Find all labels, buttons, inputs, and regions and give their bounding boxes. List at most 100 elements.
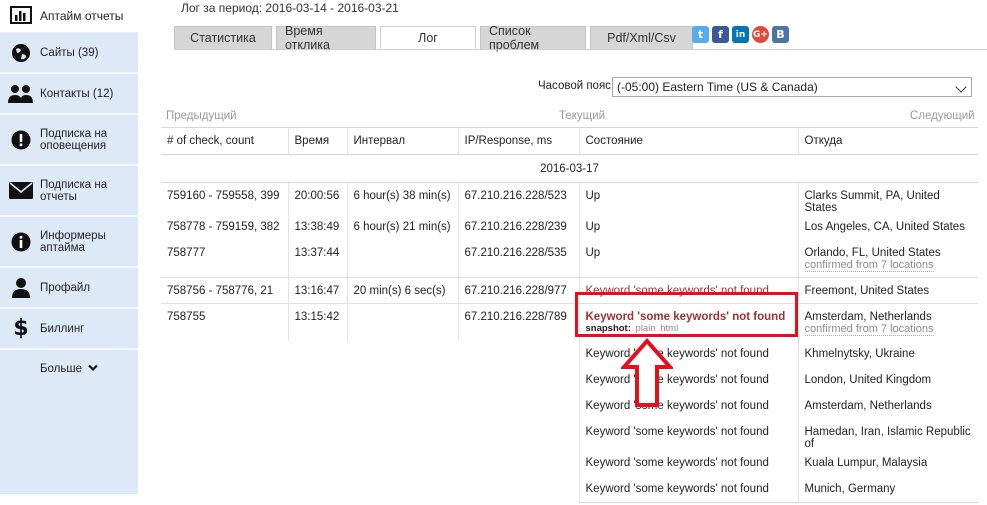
cell-ip: 67.210.216.228/535 (457, 240, 579, 277)
period-label: Лог за период: (181, 1, 263, 15)
cell-from: Amsterdam, Netherlands (797, 393, 978, 419)
cell-state: Up (578, 240, 798, 277)
cell-from: Hamedan, Iran, Islamic Republic of (797, 419, 978, 450)
from-location: Amsterdam, Netherlands (804, 310, 932, 323)
cell-from: Khmelnytsky, Ukraine (797, 341, 978, 367)
cell-from: Orlando, FL, United States confirmed fro… (797, 240, 978, 277)
tab-statistics[interactable]: Статистика (174, 26, 272, 49)
period-text: Лог за период: 2016-03-14 - 2016-03-21 (181, 1, 399, 15)
cell-interval: 6 hour(s) 38 min(s) (346, 182, 458, 214)
cell-empty (161, 393, 579, 419)
cell-interval: 6 hour(s) 21 min(s) (346, 214, 458, 240)
user-icon (8, 277, 34, 299)
table-row[interactable]: 758755 13:15:42 67.210.216.228/789 Keywo… (161, 302, 978, 341)
confirmed-locations-link[interactable]: confirmed from 7 locations (804, 323, 934, 336)
cell-empty (161, 341, 579, 367)
sidebar-more-label: Больше (39, 363, 82, 375)
table-subrow: Keyword 'some keywords' not found Amster… (161, 393, 978, 419)
chevron-down-icon (88, 363, 98, 375)
pager-next[interactable]: Следующий (910, 110, 975, 122)
cell-time: 13:15:42 (287, 302, 347, 341)
timezone-select[interactable]: (-05:00) Eastern Time (US & Canada) (612, 77, 972, 97)
tab-export[interactable]: Pdf/Xml/Csv (590, 26, 693, 49)
sidebar-item-billing[interactable]: $ Биллинг (0, 309, 138, 350)
log-table: # of check, count Время Интервал IP/Resp… (161, 127, 978, 503)
arrow-up-icon (621, 338, 673, 407)
cell-from: Kuala Lumpur, Malaysia (797, 450, 978, 476)
cell-state: Keyword 'some keywords' not found (578, 419, 798, 450)
cell-empty (161, 450, 579, 476)
period-value: 2016-03-14 - 2016-03-21 (265, 1, 399, 15)
cell-state: Up (578, 182, 798, 214)
pager-prev[interactable]: Предыдущий (166, 110, 237, 122)
table-row[interactable]: 758778 - 759159, 382 13:38:49 6 hour(s) … (161, 214, 978, 240)
from-location: Orlando, FL, United States (804, 247, 941, 259)
cell-from: Munich, Germany (797, 476, 978, 503)
sidebar-item-profile[interactable]: Профайл (0, 268, 138, 309)
tab-problems[interactable]: Список проблем (480, 24, 586, 52)
cell-time: 20:00:56 (287, 182, 347, 214)
cell-ip: 67.210.216.228/239 (457, 214, 579, 240)
sidebar-item-contacts[interactable]: Контакты (12) (0, 74, 138, 115)
cell-state: Keyword 'some keywords' not found (578, 341, 798, 367)
cell-from: London, United Kingdom (797, 367, 978, 393)
facebook-icon[interactable]: f (712, 26, 729, 43)
table-subrow: Keyword 'some keywords' not found Hameda… (161, 419, 978, 450)
sidebar-item-alert-subscription[interactable]: Подписка на оповещения (0, 115, 138, 166)
sidebar-item-report-subscription[interactable]: Подписка на отчеты (0, 166, 138, 217)
sidebar-item-label: Сайты (39) (40, 46, 99, 59)
column-header-from: Откуда (797, 127, 978, 155)
cell-check: 758755 (161, 302, 288, 341)
column-header-ip: IP/Response, ms (457, 127, 579, 155)
sidebar-more-button[interactable]: Больше (0, 350, 138, 388)
table-row[interactable]: 758756 - 758776, 21 13:16:47 20 min(s) 6… (161, 276, 978, 303)
column-header-state: Состояние (578, 127, 798, 155)
sidebar-item-label: Подписка на отчеты (40, 178, 108, 203)
tab-underline (174, 49, 987, 50)
linkedin-icon[interactable]: in (732, 26, 749, 43)
chevron-down-icon (955, 81, 967, 93)
highlight-box (575, 292, 798, 337)
sidebar-item-label: Профайл (40, 281, 91, 294)
cell-state: Up (578, 214, 798, 240)
cell-check: 758777 (167, 247, 206, 259)
cell-time: 13:37:44 (287, 240, 347, 277)
cell-from: Freemont, United States (797, 276, 978, 303)
sidebar-item-label: Информеры аптайма (40, 229, 106, 254)
sidebar-item-sites[interactable]: Сайты (39) (0, 33, 138, 74)
timezone-value: (-05:00) Eastern Time (US & Canada) (617, 80, 818, 94)
twitter-icon[interactable]: t (692, 26, 709, 43)
sidebar: Аптайм отчеты Сайты (39) Контакты (12) П… (0, 0, 138, 494)
column-header-interval: Интервал (346, 127, 458, 155)
cell-check: 759160 - 759558, 399 (161, 182, 288, 214)
tab-log[interactable]: Лог (380, 26, 476, 49)
globe-icon (8, 43, 34, 63)
cell-ip: 67.210.216.228/523 (457, 182, 579, 214)
sidebar-item-informers[interactable]: Информеры аптайма (0, 217, 138, 268)
cell-state: Keyword 'some keywords' not found (578, 393, 798, 419)
table-header-row: # of check, count Время Интервал IP/Resp… (161, 127, 978, 155)
cell-check: 758756 - 758776, 21 (161, 276, 288, 303)
googleplus-icon[interactable]: G+ (752, 26, 769, 43)
cell-from: Clarks Summit, PA, United States (797, 182, 978, 214)
vk-icon[interactable]: B (772, 26, 789, 43)
bar-chart-icon (10, 5, 32, 27)
cell-from: Amsterdam, Netherlands confirmed from 7 … (797, 302, 978, 341)
sidebar-item-uptime-reports[interactable]: Аптайм отчеты (0, 0, 138, 33)
cell-time: 13:16:47 (287, 276, 347, 303)
table-row[interactable]: 758777 13:37:44 67.210.216.228/535 Up Or… (161, 240, 978, 277)
table-row[interactable]: 759160 - 759558, 399 20:00:56 6 hour(s) … (161, 182, 978, 214)
cell-ip: 67.210.216.228/789 (457, 302, 579, 341)
cell-empty (161, 367, 579, 393)
timezone-label: Часовой пояс: (538, 80, 615, 92)
tab-response-time[interactable]: Время отклика (276, 24, 376, 52)
alert-icon (8, 130, 34, 150)
confirmed-locations-link[interactable]: confirmed from 7 locations (804, 260, 934, 272)
sidebar-item-label: Контакты (12) (40, 87, 114, 100)
table-subrow: Keyword 'some keywords' not found Khmeln… (161, 341, 978, 367)
info-icon (8, 232, 34, 252)
cell-interval: 20 min(s) 6 sec(s) (346, 276, 458, 303)
envelope-icon (8, 182, 34, 199)
cell-empty (161, 419, 579, 450)
column-header-time: Время (287, 127, 347, 155)
